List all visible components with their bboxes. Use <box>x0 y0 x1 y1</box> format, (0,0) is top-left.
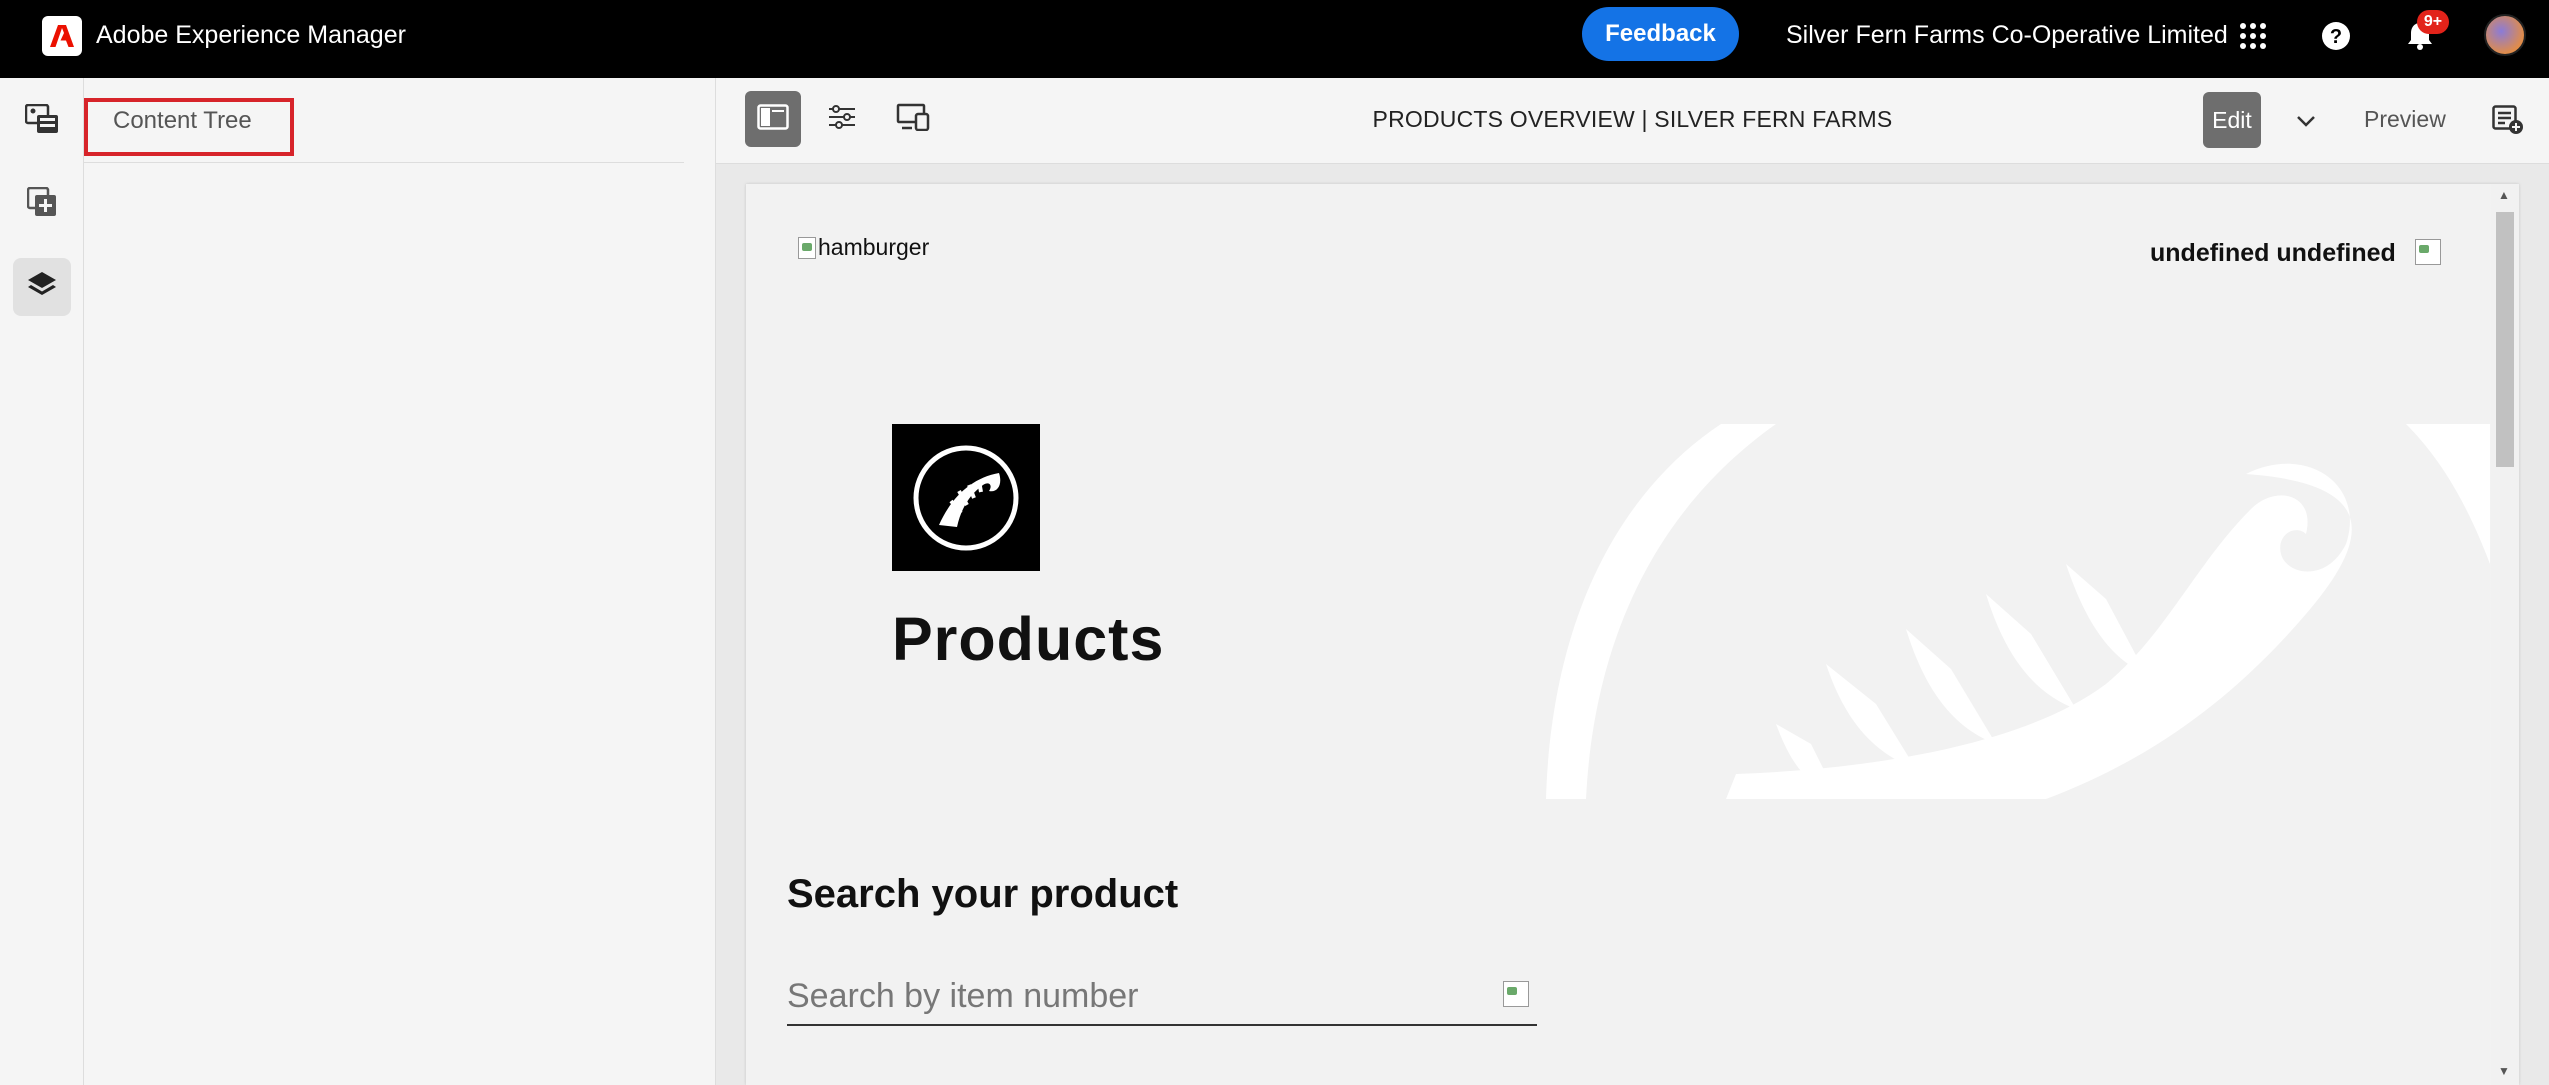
content-tree-title: Content Tree <box>113 107 252 134</box>
svg-text:?: ? <box>2330 26 2342 48</box>
user-name-label: undefined undefined <box>2150 239 2396 267</box>
search-heading: Search your product <box>787 872 1179 916</box>
scroll-down-arrow-icon[interactable]: ▼ <box>2498 1064 2510 1078</box>
hero-title: Products <box>892 605 1165 673</box>
brand-logo <box>892 424 1040 571</box>
fern-koru-background-icon <box>1546 424 2490 799</box>
scroll-up-arrow-icon[interactable]: ▲ <box>2498 188 2510 202</box>
product-search-field <box>787 971 1537 1026</box>
content-tree-panel: Content Tree <box>84 78 716 1085</box>
publish-page-icon[interactable] <box>2488 100 2528 140</box>
top-bar: Adobe Experience Manager Feedback Silver… <box>0 0 2549 78</box>
assets-icon <box>24 103 59 139</box>
app-title[interactable]: Adobe Experience Manager <box>96 20 406 50</box>
editor-canvas: hamburger undefined undefined Products S… <box>716 164 2549 1085</box>
rail-content-tree-button[interactable] <box>13 258 71 316</box>
feedback-button[interactable]: Feedback <box>1582 7 1739 61</box>
org-switcher[interactable]: Silver Fern Farms Co-Operative Limited <box>1786 20 2228 50</box>
rail-components-button[interactable] <box>13 175 71 233</box>
hamburger-menu-image[interactable]: hamburger <box>798 234 929 261</box>
hamburger-alt-text: hamburger <box>818 234 930 260</box>
preview-button[interactable]: Preview <box>2364 106 2446 133</box>
user-profile-image[interactable] <box>2415 239 2441 270</box>
adobe-logo-icon[interactable] <box>42 16 82 56</box>
search-button-image[interactable] <box>1503 981 1529 1007</box>
apps-grid-icon[interactable] <box>2235 18 2271 54</box>
page-preview-frame: hamburger undefined undefined Products S… <box>746 184 2519 1085</box>
help-icon[interactable]: ? <box>2318 18 2354 54</box>
mode-dropdown-chevron-down-icon[interactable] <box>2291 106 2321 136</box>
page-scrollbar[interactable]: ▲ ▼ <box>2491 184 2519 1085</box>
layers-icon <box>27 270 57 305</box>
editor-toolbar: PRODUCTS OVERVIEW | SILVER FERN FARMS Ed… <box>716 78 2549 164</box>
fern-logo-icon <box>913 445 1019 550</box>
rail-assets-button[interactable] <box>13 92 71 150</box>
user-avatar[interactable] <box>2484 14 2526 56</box>
components-icon <box>26 186 57 222</box>
panel-divider <box>84 162 684 163</box>
page-title: PRODUCTS OVERVIEW | SILVER FERN FARMS <box>1372 106 1893 132</box>
notification-badge: 9+ <box>2417 10 2449 34</box>
edit-mode-button[interactable]: Edit <box>2203 92 2261 148</box>
broken-image-icon <box>798 236 816 259</box>
scroll-thumb[interactable] <box>2496 212 2514 467</box>
broken-image-icon <box>2415 239 2441 265</box>
product-search-input[interactable] <box>787 971 1467 1021</box>
